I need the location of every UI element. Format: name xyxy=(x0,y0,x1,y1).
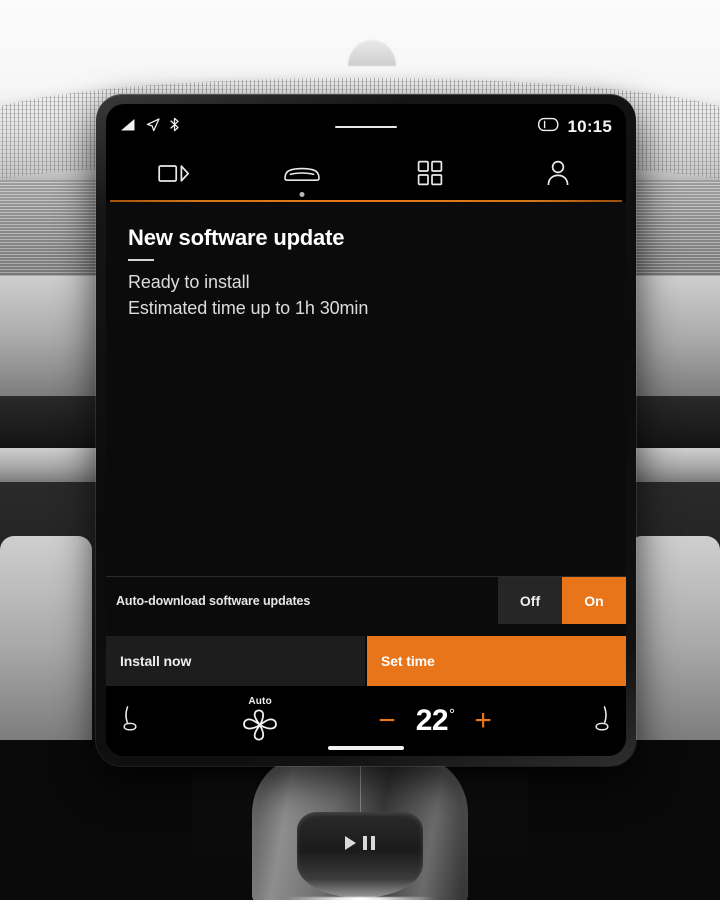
status-bar: 10:15 xyxy=(106,104,626,150)
page-title: New software update xyxy=(128,225,345,250)
software-update-card: New software update Ready to install Est… xyxy=(106,202,626,686)
status-bar-clock: 10:15 xyxy=(567,117,612,136)
main-tab-bar xyxy=(106,150,626,200)
title-underline xyxy=(128,259,154,262)
bluetooth-icon xyxy=(169,117,180,137)
key-fob-icon xyxy=(537,117,559,137)
infotainment-screen: 10:15 New software update Ready to insta… xyxy=(106,104,626,756)
temperature-value[interactable]: 22° xyxy=(416,704,455,738)
gear-shifter[interactable] xyxy=(297,812,423,898)
temperature-increase-button[interactable]: + xyxy=(474,706,492,736)
navigation-arrow-icon xyxy=(146,117,160,137)
auto-download-on-option[interactable]: On xyxy=(562,577,626,624)
set-time-button[interactable]: Set time xyxy=(367,636,626,686)
signal-bars-icon xyxy=(120,118,137,137)
tab-media[interactable] xyxy=(110,150,238,200)
tab-car[interactable] xyxy=(238,150,366,200)
console-tunnel xyxy=(252,756,468,900)
seat-heater-right-icon xyxy=(590,704,612,739)
infotainment-tablet: 10:15 New software update Ready to insta… xyxy=(96,94,636,766)
status-bar-left-icons xyxy=(120,117,180,137)
update-status-line: Ready to install xyxy=(128,272,250,293)
tab-profile[interactable] xyxy=(494,150,622,200)
home-indicator-bar[interactable] xyxy=(328,746,404,750)
tab-apps[interactable] xyxy=(366,150,494,200)
status-bar-right-icons: 10:15 xyxy=(537,117,612,137)
climate-bar: Auto − 22° + xyxy=(106,686,626,756)
media-screen-icon xyxy=(158,162,190,189)
seat-heater-right-button[interactable] xyxy=(590,704,612,739)
fan-auto-label: Auto xyxy=(248,696,272,707)
fan-auto-button[interactable]: Auto xyxy=(240,696,280,746)
auto-download-setting-row: Auto-download software updates Off On xyxy=(106,576,626,624)
temperature-decrease-button[interactable]: − xyxy=(378,706,396,736)
update-estimate-line: Estimated time up to 1h 30min xyxy=(128,297,369,318)
tab-active-indicator xyxy=(299,192,305,197)
profile-icon xyxy=(545,159,571,192)
auto-download-off-option[interactable]: Off xyxy=(498,577,562,624)
fan-auto-icon xyxy=(240,709,280,746)
temperature-number: 22 xyxy=(415,704,449,737)
play-pause-icon xyxy=(345,836,375,850)
auto-download-toggle: Off On xyxy=(498,577,626,624)
car-front-icon xyxy=(282,161,322,190)
install-now-button[interactable]: Install now xyxy=(106,636,365,686)
center-console xyxy=(192,750,528,900)
action-button-row: Install now Set time xyxy=(106,636,626,686)
temperature-control: − 22° + xyxy=(378,704,492,738)
seat-heater-left-icon xyxy=(120,704,142,739)
seat-heater-left-button[interactable] xyxy=(120,704,142,739)
auto-download-label: Auto-download software updates xyxy=(116,593,311,608)
car-interior-scene: 10:15 New software update Ready to insta… xyxy=(0,0,720,900)
app-grid-icon xyxy=(417,160,443,191)
degree-symbol: ° xyxy=(448,706,455,723)
status-bar-drag-handle[interactable] xyxy=(335,126,397,128)
